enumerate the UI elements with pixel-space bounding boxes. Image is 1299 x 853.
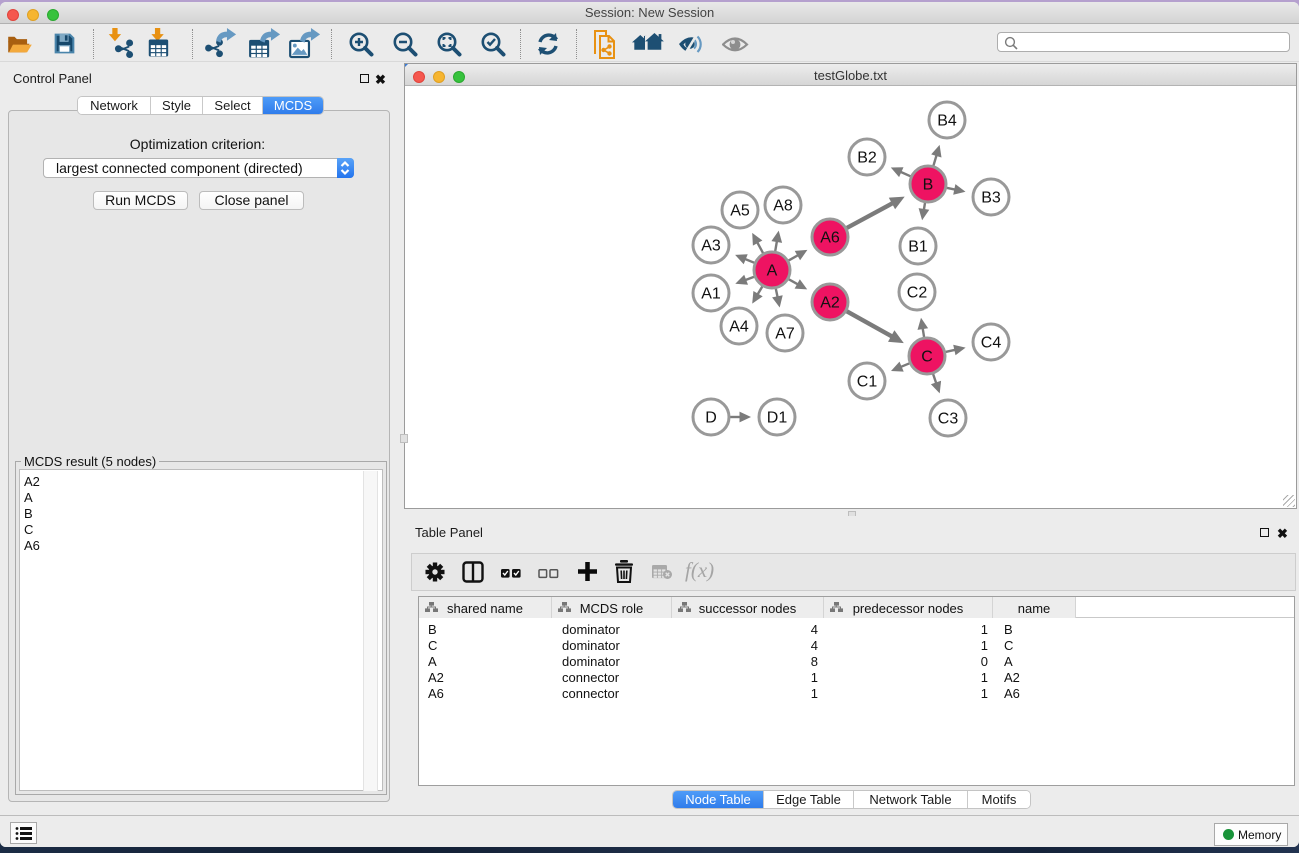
svg-text:C4: C4 bbox=[981, 335, 1002, 352]
svg-text:B2: B2 bbox=[857, 150, 877, 167]
svg-text:f(x): f(x) bbox=[685, 561, 714, 582]
svg-text:B: B bbox=[923, 177, 934, 194]
svg-text:A2: A2 bbox=[820, 295, 840, 312]
svg-text:A4: A4 bbox=[729, 319, 749, 336]
svg-text:A5: A5 bbox=[730, 203, 750, 220]
svg-text:B1: B1 bbox=[908, 239, 928, 256]
svg-text:A3: A3 bbox=[701, 238, 721, 255]
svg-text:C1: C1 bbox=[857, 374, 878, 391]
svg-text:B4: B4 bbox=[937, 113, 957, 130]
svg-text:A6: A6 bbox=[820, 230, 840, 247]
svg-text:D: D bbox=[705, 410, 717, 427]
svg-text:C3: C3 bbox=[938, 411, 959, 428]
svg-text:A1: A1 bbox=[701, 286, 721, 303]
svg-text:A7: A7 bbox=[775, 326, 795, 343]
svg-text:B3: B3 bbox=[981, 190, 1001, 207]
svg-text:C: C bbox=[921, 349, 933, 366]
svg-text:A8: A8 bbox=[773, 198, 793, 215]
svg-text:C2: C2 bbox=[907, 285, 928, 302]
svg-text:A: A bbox=[767, 263, 778, 280]
svg-text:D1: D1 bbox=[767, 410, 788, 427]
